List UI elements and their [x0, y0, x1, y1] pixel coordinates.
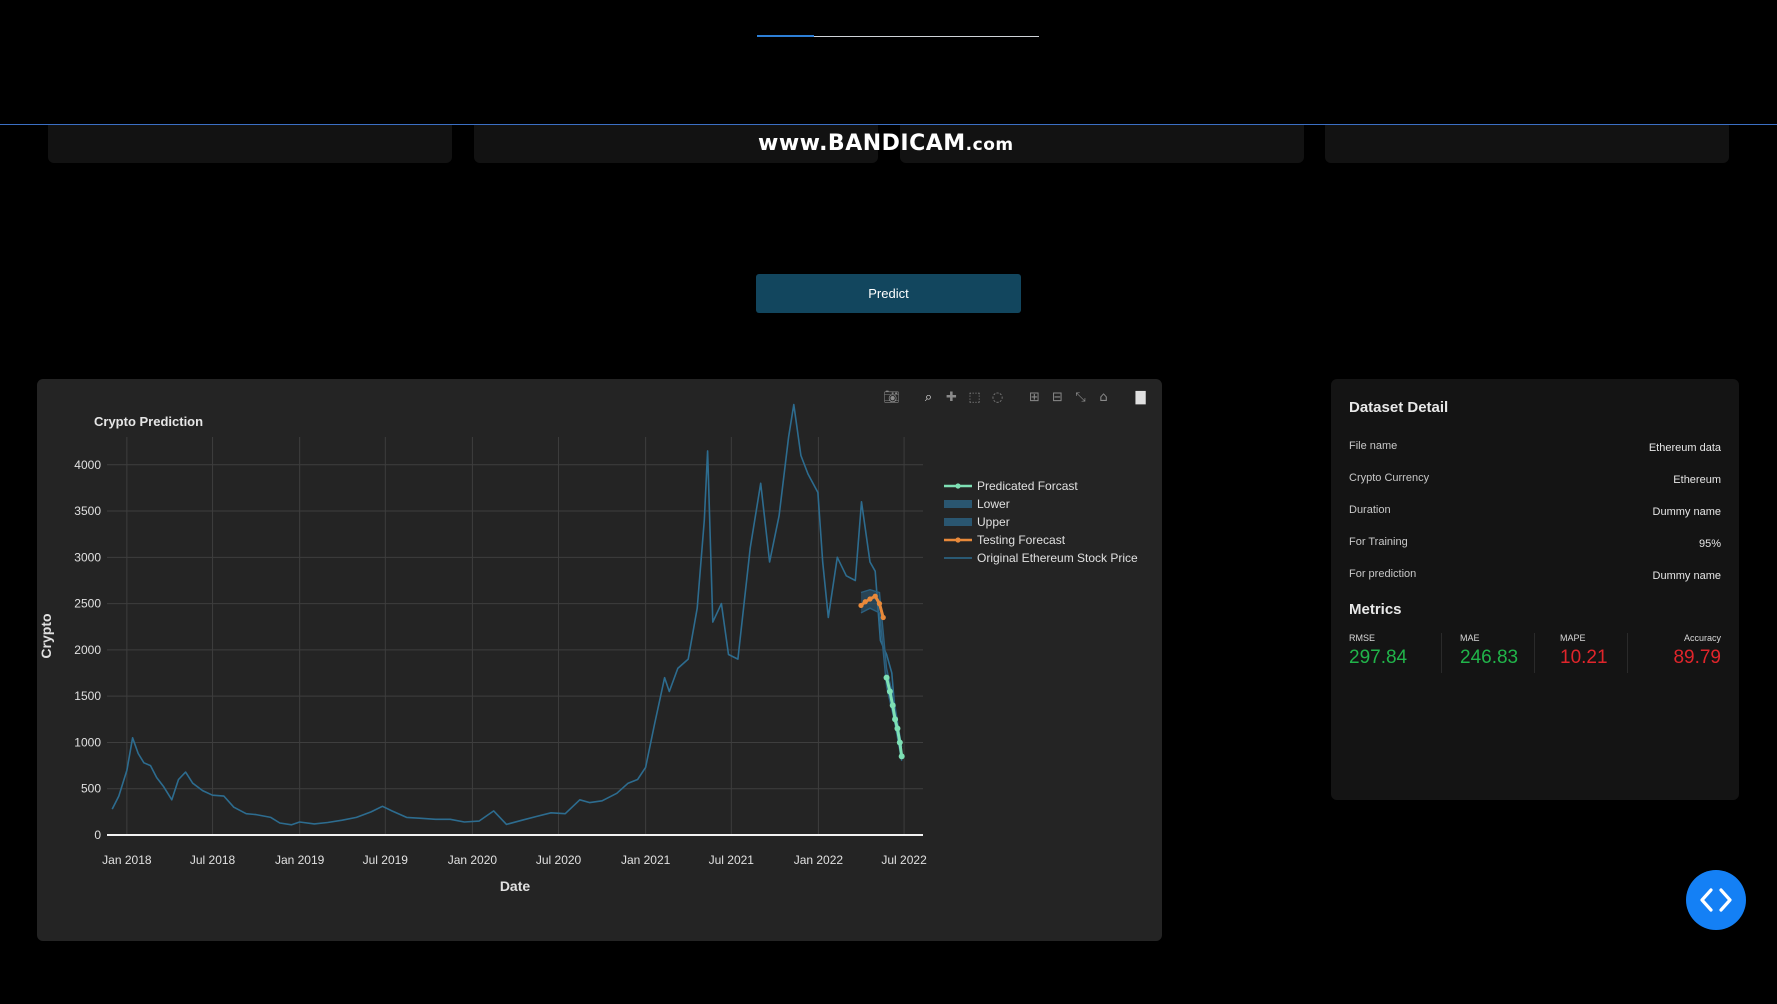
metric-accuracy: Accuracy 89.79	[1673, 633, 1721, 669]
legend-marker	[955, 483, 961, 489]
testing-forecast-point	[858, 602, 864, 609]
tab-indicator-track	[757, 35, 1039, 37]
predict-button[interactable]: Predict	[756, 274, 1021, 313]
y-tick-label: 1500	[74, 689, 101, 703]
y-tick-label: 2000	[74, 643, 101, 657]
predicated-forcast-point	[892, 716, 899, 723]
testing-forecast-point	[862, 599, 868, 605]
detail-value: Dummy name	[1652, 570, 1721, 582]
metric-divider	[1627, 633, 1628, 673]
detail-label: For Training	[1349, 536, 1408, 548]
metric-mape: MAPE 10.21	[1560, 633, 1608, 669]
detail-value: Ethereum data	[1648, 442, 1721, 454]
x-tick-label: Jul 2022	[881, 853, 927, 867]
metric-value: 246.83	[1460, 647, 1519, 668]
input-card	[1325, 125, 1729, 163]
legend-marker	[955, 537, 961, 543]
legend-label: Testing Forecast	[977, 533, 1066, 547]
watermark-main: www.BANDICAM	[758, 131, 966, 156]
testing-forecast-point	[876, 601, 883, 607]
testing-forecast-point	[880, 614, 886, 621]
detail-label: For prediction	[1349, 568, 1417, 580]
y-tick-label: 4000	[74, 458, 101, 472]
tab-indicator-active	[757, 35, 814, 37]
metric-value: 10.21	[1560, 647, 1608, 668]
y-tick-label: 3500	[74, 504, 101, 518]
detail-label: File name	[1349, 440, 1398, 452]
predicated-forcast-point	[898, 753, 905, 760]
watermark: www.BANDICAM.com	[758, 131, 1014, 156]
legend-label: Predicated Forcast	[977, 479, 1078, 493]
metric-rmse: RMSE 297.84	[1349, 633, 1407, 669]
metric-label: MAE	[1460, 633, 1480, 643]
detail-label: Duration	[1349, 504, 1391, 516]
y-tick-label: 1000	[74, 735, 101, 749]
y-tick-label: 500	[81, 782, 101, 796]
input-card	[48, 125, 452, 163]
y-axis-label: Crypto	[38, 613, 54, 658]
metric-label: RMSE	[1349, 633, 1376, 643]
y-tick-label: 2500	[74, 597, 101, 611]
y-tick-label: 3000	[74, 550, 101, 564]
x-tick-label: Jul 2018	[190, 853, 236, 867]
detail-value: Ethereum	[1673, 474, 1721, 486]
predicated-forcast-point	[889, 702, 896, 709]
x-axis-label: Date	[500, 878, 531, 894]
watermark-suffix: .com	[965, 135, 1014, 155]
testing-forecast-point	[872, 593, 878, 599]
detail-row-crypto-currency: Crypto Currency Ethereum	[1349, 472, 1721, 492]
legend-swatch	[944, 518, 972, 526]
metric-divider	[1441, 633, 1442, 673]
dataset-detail-card: Dataset Detail File name Ethereum data C…	[1331, 379, 1739, 800]
metric-value: 297.84	[1349, 647, 1408, 668]
legend-label: Upper	[977, 515, 1010, 529]
chart-plot[interactable]: 0 500 1000 1500 2000 2500 3000 3500 4000 Jan 2018…	[37, 379, 1162, 941]
x-tick-label: Jul 2021	[709, 853, 755, 867]
legend-label: Original Ethereum Stock Price	[977, 551, 1138, 565]
series-original-ethereum-stock-price	[111, 403, 897, 826]
detail-value: 95%	[1698, 538, 1721, 550]
legend-swatch	[944, 500, 972, 508]
code-toggle-button[interactable]	[1686, 870, 1746, 930]
detail-row-file-name: File name Ethereum data	[1349, 440, 1721, 460]
metric-label: MAPE	[1560, 633, 1586, 643]
chart-card: 📷︎ ⌕ ✚ ⬚ ◌ ⊞ ⊟ ⤡ ⌂ ▇ Crypto Prediction 0…	[37, 379, 1162, 941]
x-tick-label: Jan 2019	[275, 853, 325, 867]
x-tick-label: Jul 2019	[363, 853, 409, 867]
dataset-detail-title: Dataset Detail	[1349, 399, 1449, 416]
y-tick-label: 0	[94, 828, 101, 842]
metric-value: 89.79	[1673, 647, 1721, 668]
metric-mae: MAE 246.83	[1460, 633, 1518, 669]
detail-value: Dummy name	[1652, 506, 1721, 518]
predicated-forcast-point	[894, 725, 901, 732]
x-tick-label: Jan 2018	[102, 853, 152, 867]
x-tick-label: Jan 2021	[621, 853, 671, 867]
series-lower	[860, 607, 903, 762]
x-tick-label: Jan 2022	[794, 853, 844, 867]
detail-row-for-training: For Training 95%	[1349, 536, 1721, 556]
predicated-forcast-point	[883, 674, 890, 681]
x-tick-label: Jan 2020	[448, 853, 498, 867]
metrics-title: Metrics	[1349, 601, 1402, 618]
predicated-forcast-point	[886, 688, 893, 695]
metric-label: Accuracy	[1683, 633, 1721, 643]
x-tick-label: Jul 2020	[536, 853, 582, 867]
metric-divider	[1534, 633, 1535, 673]
testing-forecast-point	[867, 596, 873, 602]
predicated-forcast-point	[896, 739, 903, 746]
detail-label: Crypto Currency	[1349, 472, 1430, 484]
detail-row-for-prediction: For prediction Dummy name	[1349, 568, 1721, 588]
legend-label: Lower	[977, 497, 1010, 511]
detail-row-duration: Duration Dummy name	[1349, 504, 1721, 524]
code-icon	[1700, 888, 1732, 912]
